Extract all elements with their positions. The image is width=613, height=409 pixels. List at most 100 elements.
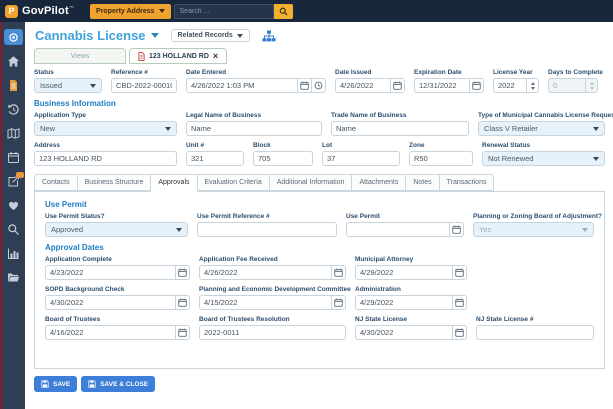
municipal-attorney-input[interactable] — [356, 266, 452, 279]
calendar-icon — [334, 298, 343, 307]
status-select[interactable]: Issued — [34, 78, 102, 93]
expiration-date-input[interactable] — [415, 79, 469, 92]
field-address: Address — [34, 142, 177, 166]
date-issued-input[interactable] — [336, 79, 390, 92]
use-permit-reference-input[interactable] — [198, 223, 336, 236]
license-type-select[interactable]: Class V Retailer — [478, 121, 605, 136]
date-entered-input[interactable] — [187, 79, 297, 92]
calendar-picker-button[interactable] — [175, 266, 189, 279]
lot-input[interactable] — [323, 152, 399, 165]
tab-attachments[interactable]: Attachments — [352, 174, 407, 191]
tab-business-structure[interactable]: Business Structure — [77, 174, 152, 191]
field-label: NJ State License # — [476, 316, 534, 323]
calendar-picker-button[interactable] — [469, 79, 483, 92]
address-input[interactable] — [35, 152, 176, 165]
nj-state-license-number-input[interactable] — [477, 326, 593, 339]
calendar-picker-button[interactable] — [175, 296, 189, 309]
related-records-button[interactable]: Related Records — [170, 29, 250, 42]
sidebar-item-folders[interactable] — [2, 266, 25, 288]
calendar-picker-button[interactable] — [175, 326, 189, 339]
sidebar-nav — [0, 22, 25, 409]
field-sopd-background-check: SOPD Background Check — [45, 286, 190, 310]
application-type-select[interactable]: New — [34, 121, 177, 136]
unit-input[interactable] — [187, 152, 243, 165]
tab-transactions[interactable]: Transactions — [439, 174, 495, 191]
sidebar-item-share[interactable] — [2, 170, 25, 192]
tab-approvals[interactable]: Approvals — [151, 174, 198, 192]
calendar-icon — [8, 151, 19, 163]
administration-input[interactable] — [356, 296, 452, 309]
board-of-trustees-input[interactable] — [46, 326, 175, 339]
field-label: Planning or Zoning Board of Adjustment? — [473, 213, 603, 220]
calendar-picker-button[interactable] — [331, 296, 345, 309]
calendar-icon — [178, 298, 187, 307]
field-use-permit: Use Permit — [346, 213, 464, 237]
sidebar-item-home[interactable] — [2, 50, 25, 72]
sopd-background-check-input[interactable] — [46, 296, 175, 309]
use-permit-row: Use Permit Status? Approved Use Permit R… — [45, 213, 603, 237]
close-icon[interactable]: × — [213, 51, 218, 61]
calendar-picker-button[interactable] — [452, 266, 466, 279]
location-target-icon — [9, 32, 18, 42]
zone-input[interactable] — [410, 152, 472, 165]
application-complete-input[interactable] — [46, 266, 175, 279]
tab-views[interactable]: Views — [34, 48, 126, 64]
chevron-down-icon — [150, 33, 159, 38]
number-stepper[interactable] — [526, 79, 538, 92]
nj-state-license-input[interactable] — [356, 326, 452, 339]
save-and-close-button-label: SAVE & CLOSE — [100, 380, 149, 388]
sidebar-item-calendar[interactable] — [2, 146, 25, 168]
field-label: NJ State License — [355, 316, 408, 323]
legal-name-input[interactable] — [187, 122, 321, 135]
tab-contacts[interactable]: Contacts — [34, 174, 78, 191]
save-icon — [41, 380, 49, 388]
use-permit-input[interactable] — [347, 223, 449, 236]
save-and-close-button[interactable]: SAVE & CLOSE — [81, 376, 156, 392]
calendar-picker-button[interactable] — [390, 79, 404, 92]
tab-record-123-holland-rd[interactable]: 123 HOLLAND RD × — [129, 48, 228, 64]
field-label: Reference # — [111, 69, 148, 76]
calendar-picker-button[interactable] — [449, 223, 463, 236]
use-permit-status-select[interactable]: Approved — [45, 222, 188, 237]
license-year-input[interactable] — [494, 79, 526, 92]
field-label: Legal Name of Business — [186, 112, 262, 119]
trade-name-input[interactable] — [332, 122, 468, 135]
calendar-picker-button[interactable] — [452, 326, 466, 339]
search-button[interactable] — [273, 3, 293, 19]
sidebar-item-map[interactable] — [2, 122, 25, 144]
planning-committee-input[interactable] — [200, 296, 331, 309]
application-fee-received-input[interactable] — [200, 266, 331, 279]
page-title: Cannabis License — [35, 28, 146, 43]
field-label: Use Permit — [346, 213, 380, 220]
block-input[interactable] — [254, 152, 312, 165]
active-nav-highlight — [4, 29, 23, 45]
hierarchy-view-button[interactable] — [262, 30, 276, 42]
tab-additional-information[interactable]: Additional Information — [269, 174, 353, 191]
sidebar-item-history[interactable] — [2, 98, 25, 120]
search-input[interactable] — [173, 3, 274, 19]
sidebar-item-document[interactable] — [2, 74, 25, 96]
search-scope-dropdown[interactable]: Property Address — [90, 3, 171, 19]
calendar-picker-button[interactable] — [331, 266, 345, 279]
calendar-picker-button[interactable] — [297, 79, 311, 92]
tab-evaluation-criteria[interactable]: Evaluation Criteria — [197, 174, 270, 191]
time-picker-button[interactable] — [311, 79, 325, 92]
sidebar-item-search[interactable] — [2, 218, 25, 240]
field-board-resolution: Board of Trustees Resolution — [199, 316, 346, 340]
save-icon — [88, 380, 96, 388]
sidebar-item-favorites[interactable] — [2, 194, 25, 216]
approval-dates-row-3: Board of Trustees Board of Trustees Reso… — [45, 316, 594, 340]
save-button[interactable]: SAVE — [34, 376, 78, 392]
tab-notes[interactable]: Notes — [406, 174, 440, 191]
sidebar-item-reports[interactable] — [2, 242, 25, 264]
select-value: Issued — [40, 81, 63, 90]
sidebar-item-location[interactable] — [2, 26, 25, 48]
field-days-to-complete: Days to Complete — [548, 69, 603, 93]
board-resolution-input[interactable] — [200, 326, 345, 339]
reference-input[interactable] — [112, 79, 176, 92]
calendar-picker-button[interactable] — [452, 296, 466, 309]
renewal-status-select[interactable]: Not Renewed — [482, 151, 605, 166]
board-of-adjustment-select: Yes — [473, 222, 594, 237]
module-title-dropdown[interactable]: Cannabis License — [35, 28, 159, 43]
field-label: Municipal Attorney — [355, 256, 414, 263]
